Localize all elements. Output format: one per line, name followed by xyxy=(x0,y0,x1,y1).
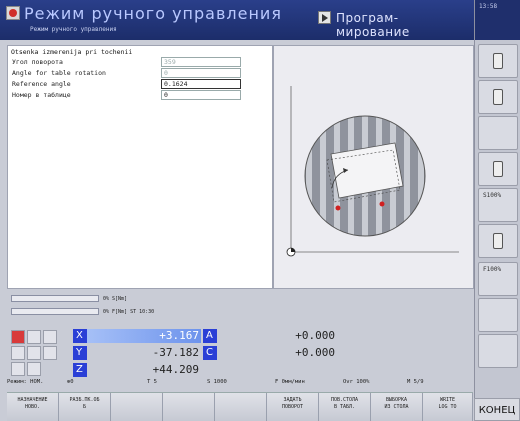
probe-point-1 xyxy=(335,205,341,211)
programming-mode-label[interactable]: Програм- мирование xyxy=(336,11,474,39)
spindle-override-label: S100% xyxy=(483,192,502,199)
mode-indicator-7[interactable] xyxy=(11,362,25,376)
softkey-machine-1[interactable] xyxy=(478,44,518,78)
axis-z-label: Z xyxy=(73,363,87,377)
reference-angle-field[interactable]: 0.1624 xyxy=(161,79,241,89)
spindle-plus-button[interactable] xyxy=(478,152,518,186)
write-log-softkey[interactable]: WRITE LOG TO xyxy=(423,393,473,421)
override-text: Ovr 100% xyxy=(343,379,370,385)
form-row: Reference angle 0.1624 xyxy=(8,78,272,89)
cnc-screen: Режим ручного управления Режим ручного у… xyxy=(0,0,520,421)
axis-x-value: +3.167 xyxy=(159,329,199,342)
rotation-angle-field[interactable]: 359 xyxy=(161,57,241,67)
axis-z-value: +44.209 xyxy=(152,363,199,376)
form-row: Угол поворота 359 xyxy=(8,56,272,67)
set-rotation-softkey[interactable]: ЗАДАТЬ ПОВОРОТ xyxy=(267,393,319,421)
form-row-label: Номер в таблице xyxy=(12,91,71,99)
tool-icon xyxy=(493,53,503,69)
axis-x-label: X xyxy=(73,329,87,343)
axis-y-value: -37.182 xyxy=(152,346,199,359)
spindle-load-text: 0% S[Nm] xyxy=(103,296,128,302)
spindle-text: S 1000 xyxy=(207,379,227,385)
m-function-text: M 5/9 xyxy=(407,379,424,385)
rotation-illustration xyxy=(286,86,459,257)
form-row-label: Угол поворота xyxy=(12,58,63,66)
end-button[interactable]: КОНЕЦ xyxy=(474,398,520,421)
feed-load-bar xyxy=(11,308,99,315)
table-number-field[interactable]: 0 xyxy=(161,90,241,100)
header-bar: Режим ручного управления Режим ручного у… xyxy=(0,0,474,40)
load-status: 0% S[Nm] 0% F[Nm] ST 10:30 xyxy=(7,289,473,324)
form-row: Номер в таблице 0 xyxy=(8,89,272,100)
mode-title: Режим ручного управления xyxy=(24,4,282,23)
status-info-line: Режим: НОМ. ⊕0 T 5 S 1000 F 0мм/мин Ovr … xyxy=(7,378,473,388)
softkey-machine-9[interactable] xyxy=(478,334,518,368)
form-title: Otsenka izmerenija pri tochenii xyxy=(11,48,133,56)
spindle-icon xyxy=(493,161,503,177)
feed-load-text: 0% F[Nm] ST 10:30 xyxy=(103,309,155,315)
tool-text: T 5 xyxy=(147,379,157,385)
position-display: X +3.167 Y -37.182 Z +44.209 A +0.000 C … xyxy=(7,326,473,381)
feed-text: F 0мм/мин xyxy=(275,379,305,385)
graphic-preview xyxy=(273,45,474,289)
softkey-machine-3[interactable] xyxy=(478,116,518,150)
mode-text: Режим: НОМ. xyxy=(7,379,44,385)
mode-indicator-4[interactable] xyxy=(11,346,25,360)
right-softkey-bar: 13:58 S100% F100% xyxy=(474,0,520,421)
softkey-5[interactable] xyxy=(215,393,267,421)
mode-indicator-1[interactable] xyxy=(11,330,25,344)
form-row-label: Angle for table rotation xyxy=(12,69,106,77)
programming-mode-icon[interactable] xyxy=(318,11,331,24)
form-row-label: Reference angle xyxy=(12,80,71,88)
form-row: Angle for table rotation 0 xyxy=(8,67,272,78)
softkey-1[interactable]: НАЗНАЧЕНИЕ НОВО. xyxy=(7,393,59,421)
parameter-form: Otsenka izmerenija pri tochenii Угол пов… xyxy=(7,45,273,289)
selection-softkey[interactable]: ВЫБОРКА ИЗ СТОЛА xyxy=(371,393,423,421)
axis-a-label: A xyxy=(203,329,217,343)
mode-subtitle: Режим ручного управления xyxy=(30,26,117,33)
softkey-4[interactable] xyxy=(163,393,215,421)
table-rotation-softkey[interactable]: ПОВ.СТОЛА В ТАБЛ. xyxy=(319,393,371,421)
spindle-load-bar xyxy=(11,295,99,302)
bottom-softkey-bar: НАЗНАЧЕНИЕ НОВО. РАЗБ.ПК.ОБ Б ЗАДАТЬ ПОВ… xyxy=(7,392,473,421)
axis-c-value: +0.000 xyxy=(295,346,335,359)
spindle-override-key[interactable]: S100% xyxy=(478,188,518,222)
mode-indicator-8[interactable] xyxy=(27,362,41,376)
mode-indicator-6[interactable] xyxy=(43,346,57,360)
mode-indicator-3[interactable] xyxy=(43,330,57,344)
softkey-2[interactable]: РАЗБ.ПК.ОБ Б xyxy=(59,393,111,421)
axis-a-value: +0.000 xyxy=(295,329,335,342)
table-rotation-angle-field[interactable]: 0 xyxy=(161,68,241,78)
spindle-minus-button[interactable] xyxy=(478,224,518,258)
mode-indicator-5[interactable] xyxy=(27,346,41,360)
spindle-icon xyxy=(493,233,503,249)
mode-indicator-2[interactable] xyxy=(27,330,41,344)
datum-text: ⊕0 xyxy=(67,379,74,385)
softkey-3[interactable] xyxy=(111,393,163,421)
softkey-machine-8[interactable] xyxy=(478,298,518,332)
softkey-machine-2[interactable] xyxy=(478,80,518,114)
tool-icon xyxy=(493,89,503,105)
manual-mode-icon xyxy=(6,6,20,20)
feed-override-label: F100% xyxy=(483,266,502,273)
feed-override-key[interactable]: F100% xyxy=(478,262,518,296)
axis-c-label: C xyxy=(203,346,217,360)
clock: 13:58 xyxy=(475,0,520,40)
probe-point-2 xyxy=(379,201,385,207)
axis-y-label: Y xyxy=(73,346,87,360)
